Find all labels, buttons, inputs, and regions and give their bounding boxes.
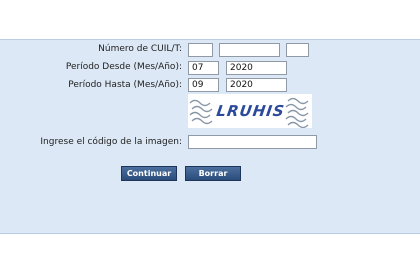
periodo-hasta-mes-input[interactable]: 09 — [188, 78, 219, 92]
borrar-button[interactable]: Borrar — [185, 166, 241, 181]
captcha-image: LRUHIS — [188, 94, 312, 129]
captcha-noise-graphic: LRUHIS — [189, 97, 309, 129]
cuil-label: Número de CUIL/T: — [98, 44, 182, 54]
periodo-hasta-label: Período Hasta (Mes/Año): — [68, 80, 182, 90]
cuil-prefix-input[interactable] — [188, 43, 213, 57]
codigo-imagen-label: Ingrese el código de la imagen: — [40, 137, 182, 147]
cuil-check-digit-input[interactable] — [286, 43, 309, 57]
continuar-button[interactable]: Continuar — [121, 166, 177, 181]
periodo-desde-anio-input[interactable]: 2020 — [226, 61, 287, 75]
codigo-imagen-input[interactable] — [188, 135, 317, 149]
captcha-text: LRUHIS — [215, 102, 286, 120]
cuil-number-input[interactable] — [219, 43, 280, 57]
periodo-desde-mes-input[interactable]: 07 — [188, 61, 219, 75]
periodo-desde-label: Período Desde (Mes/Año): — [65, 62, 182, 72]
periodo-hasta-anio-input[interactable]: 2020 — [226, 78, 287, 92]
